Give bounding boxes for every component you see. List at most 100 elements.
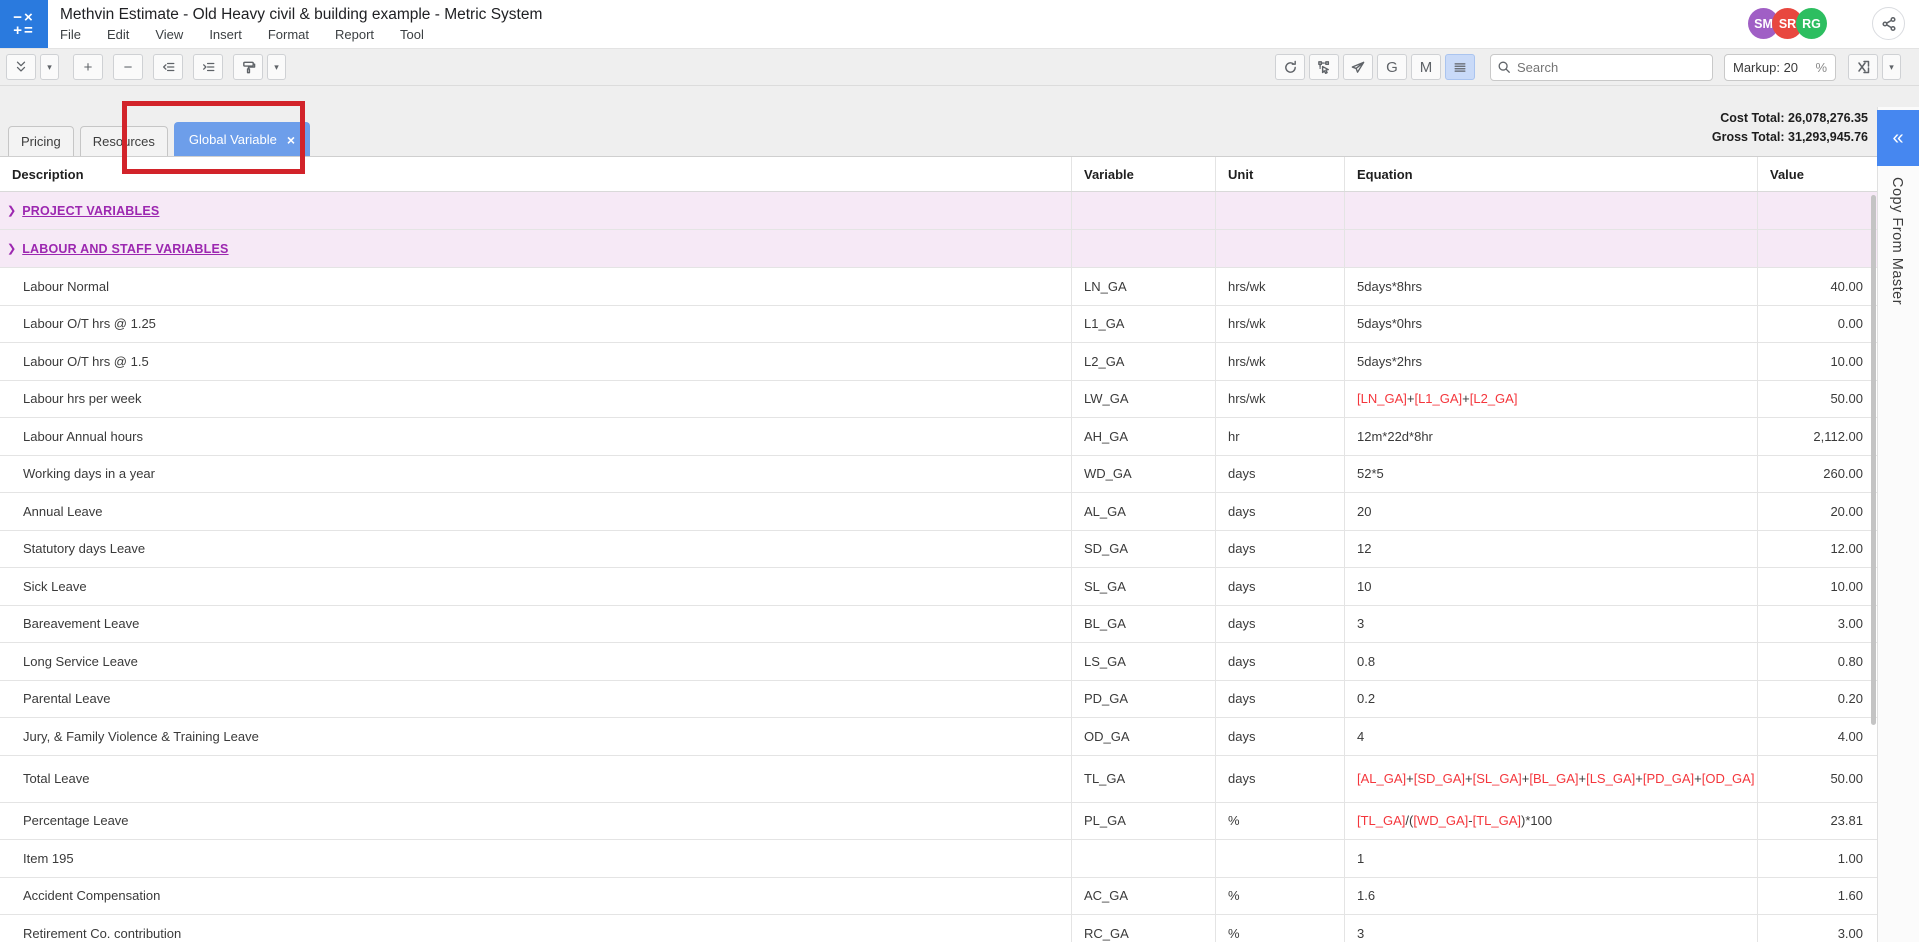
google-button[interactable]: G xyxy=(1377,54,1407,80)
table-row[interactable]: Sick LeaveSL_GAdays1010.00 xyxy=(0,568,1877,606)
menu-file[interactable]: File xyxy=(60,27,81,42)
table-row[interactable]: Working days in a yearWD_GAdays52*5260.0… xyxy=(0,456,1877,494)
cell-value[interactable]: 50.00 xyxy=(1758,381,1877,418)
cell-description[interactable]: Labour Normal xyxy=(0,268,1072,305)
table-row[interactable]: Long Service LeaveLS_GAdays0.80.80 xyxy=(0,643,1877,681)
cell-unit[interactable]: days xyxy=(1216,568,1345,605)
cell-description[interactable]: Total Leave xyxy=(0,756,1072,802)
table-row[interactable]: Jury, & Family Violence & Training Leave… xyxy=(0,718,1877,756)
cell-equation[interactable]: [LN_GA]+[L1_GA]+[L2_GA] xyxy=(1345,381,1758,418)
collapse-panel-button[interactable]: « xyxy=(1877,110,1919,166)
cell-equation[interactable] xyxy=(1345,230,1758,267)
cell-variable[interactable] xyxy=(1072,230,1216,267)
markup-input[interactable]: Markup: 20 % xyxy=(1724,54,1836,81)
cell-description[interactable]: Labour O/T hrs @ 1.25 xyxy=(0,306,1072,343)
app-logo-icon[interactable]: −× += xyxy=(0,0,48,48)
cell-description[interactable]: Bareavement Leave xyxy=(0,606,1072,643)
cell-variable[interactable]: SL_GA xyxy=(1072,568,1216,605)
cell-unit[interactable]: days xyxy=(1216,456,1345,493)
export-caret[interactable]: ▾ xyxy=(1882,54,1901,80)
tab-resources[interactable]: Resources xyxy=(80,126,168,156)
cell-variable[interactable]: RC_GA xyxy=(1072,915,1216,942)
cell-value[interactable]: 3.00 xyxy=(1758,606,1877,643)
cell-equation[interactable]: 12m*22d*8hr xyxy=(1345,418,1758,455)
tab-pricing[interactable]: Pricing xyxy=(8,126,74,156)
cell-variable[interactable]: SD_GA xyxy=(1072,531,1216,568)
cell-value[interactable]: 0.00 xyxy=(1758,306,1877,343)
cell-description[interactable]: Long Service Leave xyxy=(0,643,1072,680)
cell-unit[interactable] xyxy=(1216,192,1345,229)
cell-variable[interactable]: L2_GA xyxy=(1072,343,1216,380)
table-row[interactable]: Item 19511.00 xyxy=(0,840,1877,878)
column-header-description[interactable]: Description xyxy=(0,157,1072,191)
export-excel-button[interactable] xyxy=(1848,54,1878,80)
cell-description[interactable]: Accident Compensation xyxy=(0,878,1072,915)
cell-value[interactable]: 3.00 xyxy=(1758,915,1877,942)
expand-chevron-icon[interactable]: ❯ xyxy=(7,242,16,255)
cell-equation[interactable]: 3 xyxy=(1345,606,1758,643)
cell-value[interactable]: 0.20 xyxy=(1758,681,1877,718)
microsoft-button[interactable]: M xyxy=(1411,54,1441,80)
cell-description[interactable]: Jury, & Family Violence & Training Leave xyxy=(0,718,1072,755)
table-row[interactable]: Bareavement LeaveBL_GAdays33.00 xyxy=(0,606,1877,644)
cell-variable[interactable] xyxy=(1072,840,1216,877)
cell-description[interactable]: Labour hrs per week xyxy=(0,381,1072,418)
cell-variable[interactable]: LW_GA xyxy=(1072,381,1216,418)
table-row[interactable]: Accident CompensationAC_GA%1.61.60 xyxy=(0,878,1877,916)
tab-global-variable[interactable]: Global Variable × xyxy=(174,122,310,156)
collapse-options-caret[interactable]: ▾ xyxy=(40,54,59,80)
cell-unit[interactable]: days xyxy=(1216,606,1345,643)
cell-value[interactable] xyxy=(1758,192,1877,229)
cell-variable[interactable]: PL_GA xyxy=(1072,803,1216,840)
table-row[interactable]: Retirement Co. contributionRC_GA%33.00 xyxy=(0,915,1877,942)
group-row[interactable]: ❯LABOUR AND STAFF VARIABLES xyxy=(0,230,1877,268)
menu-format[interactable]: Format xyxy=(268,27,309,42)
column-header-unit[interactable]: Unit xyxy=(1216,157,1345,191)
cell-value[interactable]: 0.80 xyxy=(1758,643,1877,680)
send-button[interactable] xyxy=(1343,54,1373,80)
menu-edit[interactable]: Edit xyxy=(107,27,129,42)
cell-variable[interactable] xyxy=(1072,192,1216,229)
cell-unit[interactable]: hr xyxy=(1216,418,1345,455)
cell-description[interactable]: Statutory days Leave xyxy=(0,531,1072,568)
cell-variable[interactable]: AH_GA xyxy=(1072,418,1216,455)
cell-description[interactable]: Percentage Leave xyxy=(0,803,1072,840)
cell-description[interactable]: Sick Leave xyxy=(0,568,1072,605)
format-painter-caret[interactable]: ▾ xyxy=(267,54,286,80)
menu-report[interactable]: Report xyxy=(335,27,374,42)
cell-value[interactable]: 260.00 xyxy=(1758,456,1877,493)
table-row[interactable]: Labour O/T hrs @ 1.25L1_GAhrs/wk5days*0h… xyxy=(0,306,1877,344)
remove-row-button[interactable]: − xyxy=(113,54,143,80)
cell-variable[interactable]: L1_GA xyxy=(1072,306,1216,343)
cell-value[interactable]: 1.60 xyxy=(1758,878,1877,915)
cell-unit[interactable]: days xyxy=(1216,493,1345,530)
cell-unit[interactable] xyxy=(1216,840,1345,877)
close-icon[interactable]: × xyxy=(287,133,295,147)
cell-equation[interactable]: 5days*0hrs xyxy=(1345,306,1758,343)
share-button[interactable] xyxy=(1872,7,1905,40)
menu-view[interactable]: View xyxy=(155,27,183,42)
table-row[interactable]: Labour hrs per weekLW_GAhrs/wk[LN_GA]+[L… xyxy=(0,381,1877,419)
cell-equation[interactable]: 10 xyxy=(1345,568,1758,605)
table-row[interactable]: Labour O/T hrs @ 1.5L2_GAhrs/wk5days*2hr… xyxy=(0,343,1877,381)
indent-button[interactable] xyxy=(193,54,223,80)
cell-equation[interactable] xyxy=(1345,192,1758,229)
cell-variable[interactable]: OD_GA xyxy=(1072,718,1216,755)
cell-value[interactable]: 40.00 xyxy=(1758,268,1877,305)
table-row[interactable]: Statutory days LeaveSD_GAdays1212.00 xyxy=(0,531,1877,569)
cell-equation[interactable]: 20 xyxy=(1345,493,1758,530)
cell-value[interactable]: 1.00 xyxy=(1758,840,1877,877)
row-lines-toggle[interactable] xyxy=(1445,54,1475,80)
cell-equation[interactable]: 1 xyxy=(1345,840,1758,877)
cell-unit[interactable]: hrs/wk xyxy=(1216,306,1345,343)
table-row[interactable]: Parental LeavePD_GAdays0.20.20 xyxy=(0,681,1877,719)
table-row[interactable]: Total LeaveTL_GAdays[AL_GA]+[SD_GA]+[SL_… xyxy=(0,756,1877,803)
column-header-equation[interactable]: Equation xyxy=(1345,157,1758,191)
table-row[interactable]: Annual LeaveAL_GAdays2020.00 xyxy=(0,493,1877,531)
cell-unit[interactable]: days xyxy=(1216,531,1345,568)
refresh-button[interactable] xyxy=(1275,54,1305,80)
cell-variable[interactable]: WD_GA xyxy=(1072,456,1216,493)
cell-value[interactable]: 20.00 xyxy=(1758,493,1877,530)
cell-equation[interactable]: 12 xyxy=(1345,531,1758,568)
cell-value[interactable]: 10.00 xyxy=(1758,568,1877,605)
